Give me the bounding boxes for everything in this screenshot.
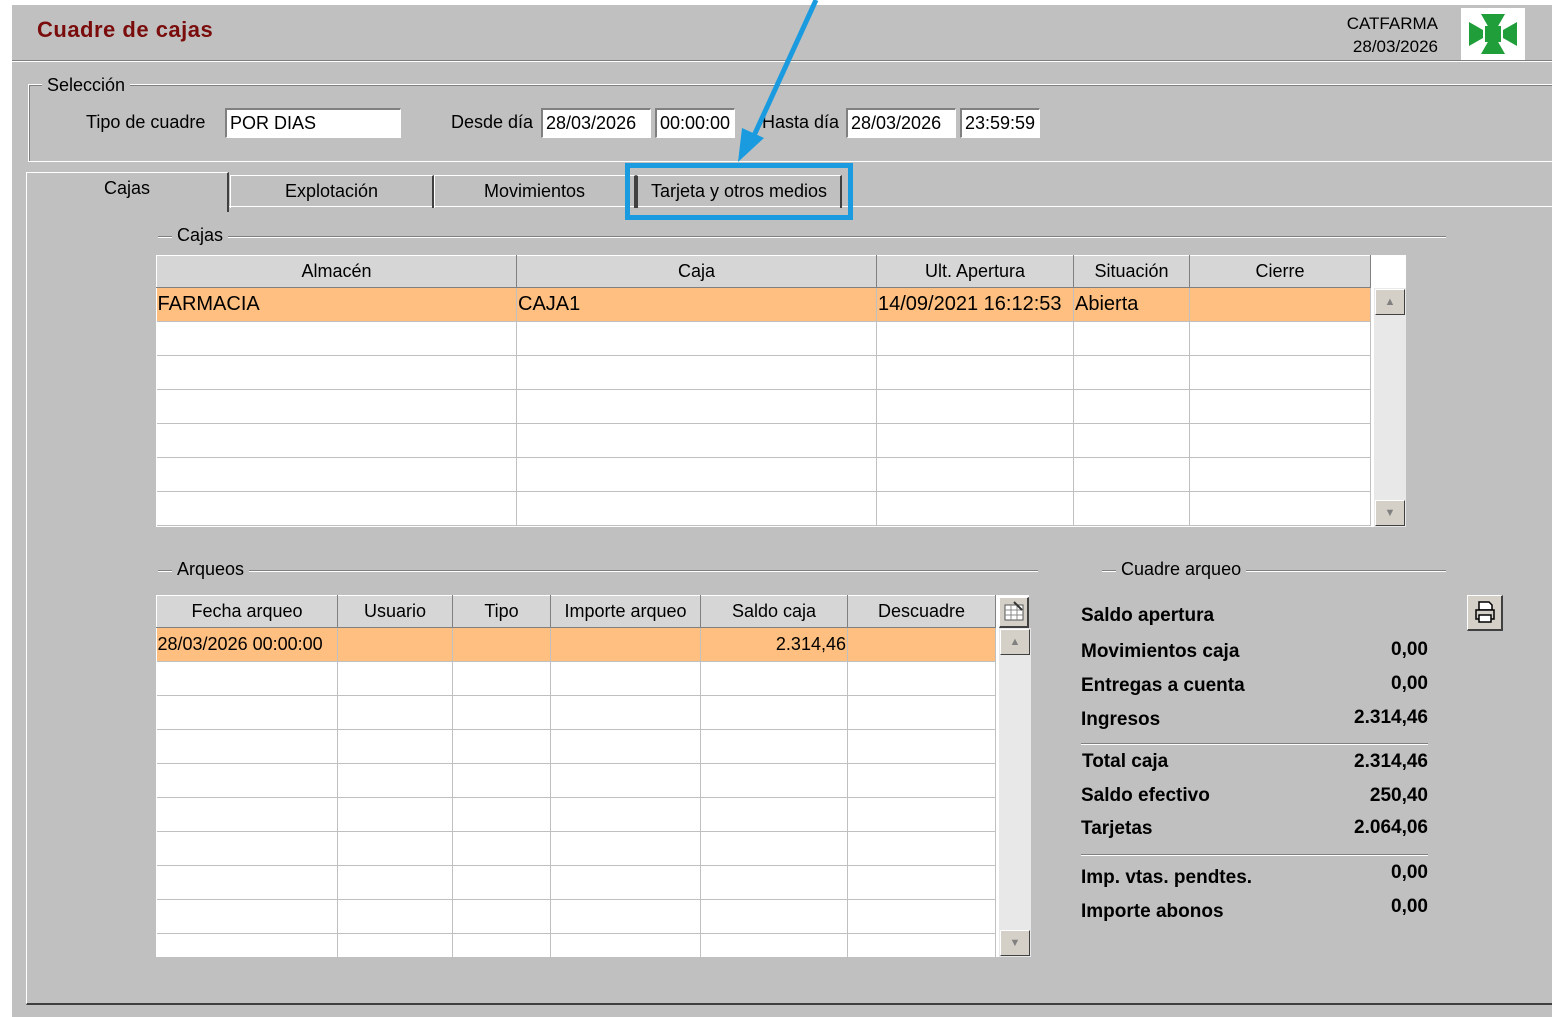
table-row[interactable] (156, 899, 996, 934)
company-name: CATFARMA (1346, 14, 1438, 33)
col-tipo[interactable]: Tipo (452, 595, 551, 628)
cell-tipo (452, 627, 551, 662)
col-usuario[interactable]: Usuario (337, 595, 453, 628)
cajas-group-line-light (158, 237, 1446, 238)
table-row[interactable] (156, 355, 1371, 390)
company-info: CATFARMA 28/03/2026 (1347, 12, 1438, 58)
saldo-efectivo-label: Saldo efectivo (1081, 785, 1210, 806)
imp-vtas-pendtes-value: 0,00 (1391, 862, 1428, 883)
table-row[interactable] (156, 797, 996, 832)
scroll-up-icon[interactable]: ▲ (1375, 289, 1405, 315)
col-saldo-caja[interactable]: Saldo caja (700, 595, 848, 628)
table-row[interactable] (156, 763, 996, 798)
tab-movimientos[interactable]: Movimientos (434, 175, 636, 208)
col-importe-arqueo[interactable]: Importe arqueo (550, 595, 701, 628)
scroll-down-icon[interactable]: ▼ (1375, 500, 1405, 526)
cell-ult-apertura: 14/09/2021 16:12:53 (876, 287, 1074, 322)
cell-descuadre (847, 627, 996, 662)
entregas-cuenta-value: 0,00 (1391, 673, 1428, 694)
table-row[interactable]: FARMACIA CAJA1 14/09/2021 16:12:53 Abier… (156, 287, 1371, 322)
cajas-scrollbar[interactable]: ▲ ▼ (1374, 288, 1406, 527)
table-row[interactable] (156, 865, 996, 900)
cell-caja: CAJA1 (516, 287, 877, 322)
col-situacion[interactable]: Situación (1073, 255, 1190, 288)
window-title: Cuadre de cajas (37, 17, 214, 42)
tipo-cuadre-input[interactable]: POR DIAS (225, 108, 401, 138)
entregas-cuenta-label: Entregas a cuenta (1081, 675, 1245, 696)
col-descuadre[interactable]: Descuadre (847, 595, 996, 628)
desde-dia-label: Desde día (451, 112, 534, 132)
tab-cajas[interactable]: Cajas (26, 172, 229, 212)
pharmacy-cross-icon (1461, 8, 1525, 60)
cajas-legend: Cajas (172, 225, 229, 246)
highlight-box (625, 163, 853, 220)
cell-situacion: Abierta (1073, 287, 1190, 322)
tarjetas-value: 2.064,06 (1354, 817, 1428, 838)
col-caja[interactable]: Caja (516, 255, 877, 288)
cell-importe-arqueo (550, 627, 701, 662)
cuadre-legend: Cuadre arqueo (1116, 559, 1247, 580)
table-row[interactable] (156, 831, 996, 866)
scroll-down-icon[interactable]: ▼ (1000, 930, 1030, 956)
cuadre-separator-2-light (1081, 855, 1428, 856)
table-row[interactable] (156, 423, 1371, 458)
table-row[interactable] (156, 695, 996, 730)
cell-almacen: FARMACIA (156, 287, 517, 322)
tab-explotacion[interactable]: Explotación (230, 175, 434, 208)
cuadre-separator-1-light (1081, 744, 1428, 745)
cajas-grid[interactable]: Almacén Caja Ult. Apertura Situación Cie… (156, 255, 1406, 527)
hasta-hora-input[interactable]: 23:59:59 (960, 108, 1040, 138)
tipo-cuadre-label: Tipo de cuadre (86, 112, 206, 132)
arqueos-grid[interactable]: Fecha arqueo Usuario Tipo Importe arqueo… (156, 595, 1029, 968)
movimientos-caja-value: 0,00 (1391, 639, 1428, 660)
table-row[interactable] (156, 389, 1371, 424)
ingresos-label: Ingresos (1081, 709, 1161, 730)
desde-fecha-input[interactable]: 28/03/2026 (541, 108, 651, 138)
arqueos-scrollbar[interactable]: ▲ ▼ (999, 628, 1031, 957)
table-row[interactable]: 28/03/2026 00:00:00 2.314,46 (156, 627, 996, 662)
printer-icon (1474, 601, 1495, 623)
cell-cierre (1189, 287, 1371, 322)
header-date: 28/03/2026 (1352, 37, 1438, 56)
cell-fecha-arqueo: 28/03/2026 00:00:00 (156, 627, 338, 662)
scroll-up-icon[interactable]: ▲ (1000, 629, 1030, 655)
cell-usuario (337, 627, 453, 662)
importe-abonos-label: Importe abonos (1081, 901, 1224, 922)
column-settings-icon[interactable] (999, 597, 1029, 628)
table-row[interactable] (156, 933, 996, 968)
annotation-arrow-icon (738, 0, 819, 162)
print-button[interactable] (1467, 595, 1503, 631)
arqueos-group-line-light (158, 571, 1038, 572)
col-almacen[interactable]: Almacén (156, 255, 517, 288)
col-cierre[interactable]: Cierre (1189, 255, 1371, 288)
arqueos-legend: Arqueos (172, 559, 250, 580)
total-caja-label: Total caja (1082, 751, 1169, 772)
total-caja-value: 2.314,46 (1354, 751, 1428, 772)
saldo-apertura-label: Saldo apertura (1081, 605, 1215, 626)
imp-vtas-pendtes-label: Imp. vtas. pendtes. (1081, 867, 1253, 888)
saldo-efectivo-value: 250,40 (1369, 785, 1428, 806)
table-row[interactable] (156, 457, 1371, 492)
movimientos-caja-label: Movimientos caja (1081, 641, 1240, 662)
table-row[interactable] (156, 661, 996, 696)
table-row[interactable] (156, 729, 996, 764)
cell-saldo-caja: 2.314,46 (700, 627, 848, 662)
ingresos-value: 2.314,46 (1354, 707, 1428, 728)
hasta-fecha-input[interactable]: 28/03/2026 (846, 108, 956, 138)
importe-abonos-value: 0,00 (1391, 896, 1428, 917)
table-row[interactable] (156, 491, 1371, 526)
tarjetas-label: Tarjetas (1081, 818, 1153, 839)
table-row[interactable] (156, 321, 1371, 356)
col-ult-apertura[interactable]: Ult. Apertura (876, 255, 1074, 288)
seleccion-legend: Selección (42, 75, 131, 96)
col-fecha-arqueo[interactable]: Fecha arqueo (156, 595, 338, 628)
desde-hora-input[interactable]: 00:00:00 (655, 108, 735, 138)
